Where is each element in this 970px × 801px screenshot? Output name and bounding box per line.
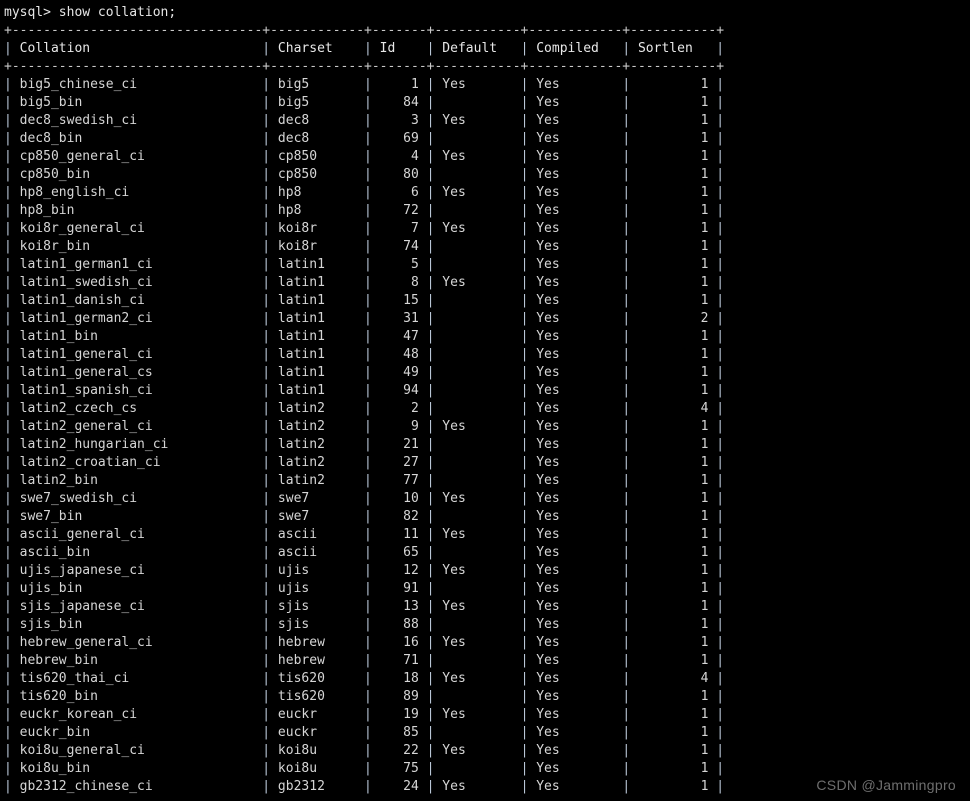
terminal-window[interactable]: mysql> show collation; +----------------…	[0, 0, 970, 801]
terminal-output: mysql> show collation; +----------------…	[0, 0, 970, 796]
command-prompt-line: mysql> show collation;	[4, 5, 177, 20]
watermark: CSDN @Jammingpro	[816, 777, 956, 793]
collation-result-table: +--------------------------------+------…	[4, 23, 725, 794]
